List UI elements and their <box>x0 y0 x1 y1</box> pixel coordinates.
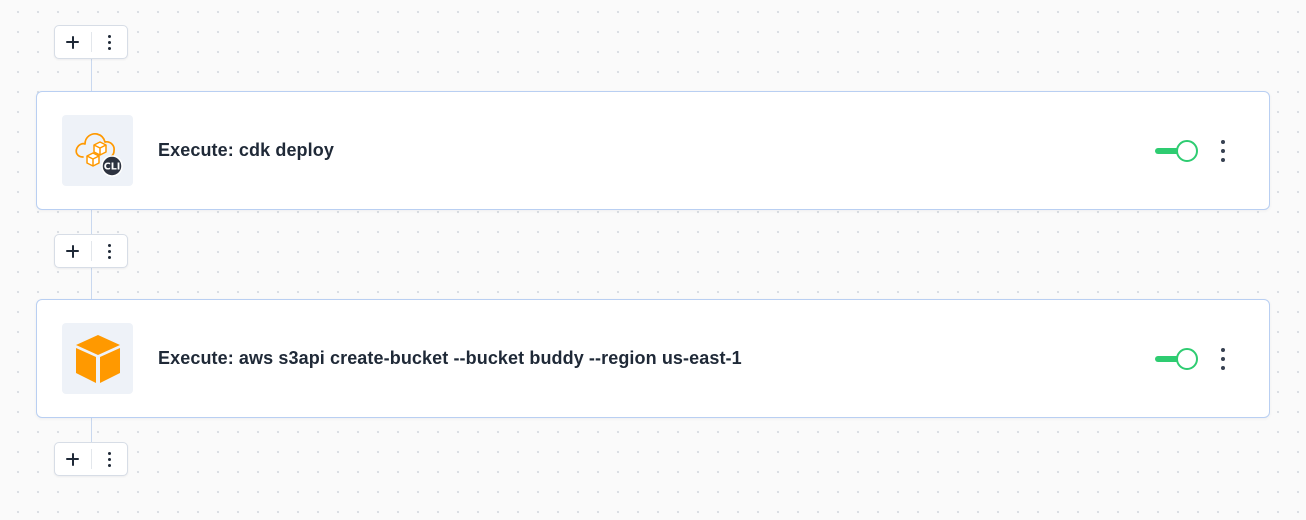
add-step-button[interactable] <box>55 443 91 475</box>
plus-icon <box>66 35 80 49</box>
toggle-knob <box>1176 348 1198 370</box>
kebab-icon <box>1221 140 1225 162</box>
step-menu-button[interactable] <box>1211 136 1235 166</box>
step-card[interactable]: Execute: aws s3api create-bucket --bucke… <box>36 299 1270 418</box>
kebab-icon <box>107 243 111 259</box>
step-card[interactable]: CLI Execute: cdk deploy <box>36 91 1270 210</box>
add-step-button[interactable] <box>55 26 91 58</box>
step-title[interactable]: Execute: aws s3api create-bucket --bucke… <box>158 348 742 369</box>
step-icon-tile: CLI <box>62 115 133 186</box>
add-step-bar <box>54 234 128 268</box>
kebab-icon <box>1221 348 1225 370</box>
step-enabled-toggle[interactable] <box>1155 139 1199 163</box>
step-icon-tile <box>62 323 133 394</box>
step-enabled-toggle[interactable] <box>1155 347 1199 371</box>
add-step-bar <box>54 442 128 476</box>
step-title[interactable]: Execute: cdk deploy <box>158 140 334 161</box>
more-options-button[interactable] <box>91 443 127 475</box>
connector-line <box>91 416 92 442</box>
connector-line <box>91 268 92 300</box>
aws-cube-icon <box>75 334 120 383</box>
toggle-knob <box>1176 140 1198 162</box>
add-step-bar <box>54 25 128 59</box>
aws-cdk-cli-icon: CLI <box>74 132 123 177</box>
more-options-button[interactable] <box>91 26 127 58</box>
more-options-button[interactable] <box>91 235 127 267</box>
connector-line <box>91 58 92 92</box>
add-step-button[interactable] <box>55 235 91 267</box>
plus-icon <box>66 452 80 466</box>
step-menu-button[interactable] <box>1211 344 1235 374</box>
cli-badge-text: CLI <box>103 161 120 172</box>
connector-line <box>91 208 92 234</box>
kebab-icon <box>107 34 111 50</box>
kebab-icon <box>107 451 111 467</box>
plus-icon <box>66 244 80 258</box>
